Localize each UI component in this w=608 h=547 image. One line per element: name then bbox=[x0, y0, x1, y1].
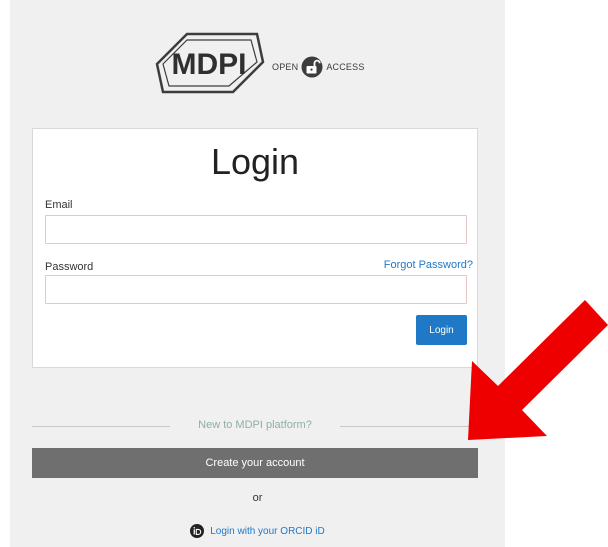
open-access-left: OPEN bbox=[272, 62, 299, 72]
email-label: Email bbox=[45, 199, 73, 211]
signup-divider: New to MDPI platform? bbox=[32, 418, 478, 434]
password-field[interactable] bbox=[45, 275, 467, 304]
forgot-password-link[interactable]: Forgot Password? bbox=[384, 259, 473, 271]
login-page: MDPI OPEN ACCESS Login Email Password Fo… bbox=[10, 0, 505, 547]
divider-line-right bbox=[340, 426, 478, 427]
orcid-link-label: Login with your ORCID iD bbox=[210, 525, 325, 537]
password-label: Password bbox=[45, 261, 94, 273]
open-access-right: ACCESS bbox=[326, 62, 365, 72]
login-card: Login Email Password Forgot Password? Lo… bbox=[32, 128, 478, 368]
logo-text: MDPI bbox=[172, 48, 247, 81]
red-arrow-icon bbox=[468, 300, 608, 440]
create-account-button[interactable]: Create your account bbox=[32, 448, 478, 478]
mdpi-logo[interactable]: MDPI bbox=[153, 32, 265, 94]
divider-text: New to MDPI platform? bbox=[198, 419, 312, 431]
email-field[interactable] bbox=[45, 215, 467, 244]
or-text: or bbox=[252, 492, 263, 504]
open-access-badge: OPEN ACCESS bbox=[272, 56, 365, 78]
login-title: Login bbox=[210, 141, 300, 182]
orcid-icon bbox=[190, 524, 205, 538]
orcid-login-link[interactable]: Login with your ORCID iD bbox=[10, 524, 505, 538]
header: MDPI OPEN ACCESS bbox=[10, 28, 505, 100]
open-lock-icon bbox=[301, 56, 323, 78]
